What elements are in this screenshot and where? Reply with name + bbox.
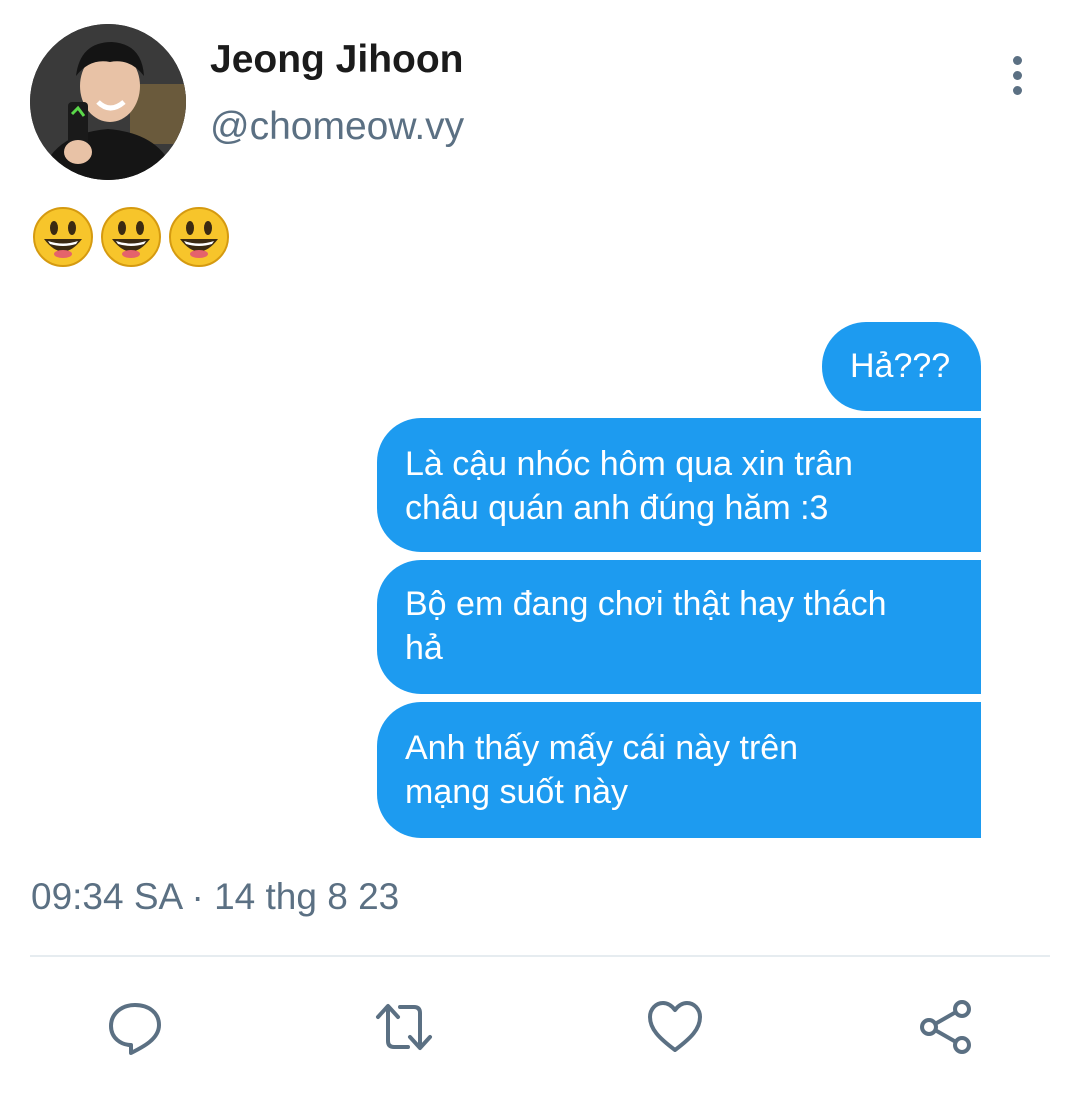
tweet-timestamp[interactable]: 09:34 SA · 14 thg 8 23 — [31, 876, 399, 918]
author-handle[interactable]: @chomeow.vy — [210, 105, 464, 149]
more-dot — [1012, 85, 1022, 95]
reply-button[interactable] — [103, 995, 167, 1059]
more-dot — [1012, 70, 1022, 80]
reply-icon — [109, 1003, 161, 1055]
chat-bubble: Là cậu nhóc hôm qua xin trân châu quán a… — [377, 418, 981, 552]
share-icon — [920, 1000, 971, 1054]
chat-bubble-line: mạng suốt này — [405, 773, 629, 811]
tweet-text — [32, 206, 230, 268]
attached-chat-image: Hả??? Là cậu nhóc hôm qua xin trân châu … — [0, 0, 1079, 1102]
chat-bubble-line: Bộ em đang chơi thật hay thách — [405, 585, 887, 623]
chat-bubble-line: hả — [405, 629, 443, 667]
like-icon — [648, 1001, 702, 1052]
author-name[interactable]: Jeong Jihoon — [210, 38, 464, 82]
more-dot — [1012, 55, 1022, 65]
divider — [30, 955, 1050, 957]
chat-bubble: Anh thấy mấy cái này trên mạng suốt này — [377, 702, 981, 838]
like-button[interactable] — [643, 995, 707, 1059]
retweet-button[interactable] — [372, 995, 436, 1059]
smiley-emoji-icon — [101, 207, 161, 267]
avatar[interactable] — [30, 24, 186, 180]
chat-bubble: Bộ em đang chơi thật hay thách hả — [377, 560, 981, 694]
smiley-emoji-icon — [169, 207, 229, 267]
smiley-emoji-icon — [33, 207, 93, 267]
share-button[interactable] — [914, 995, 978, 1059]
chat-bubble-line: Là cậu nhóc hôm qua xin trân — [405, 445, 853, 483]
chat-bubble-line: Hả??? — [850, 347, 951, 385]
chat-bubble-line: Anh thấy mấy cái này trên — [405, 729, 799, 767]
chat-bubble-line: châu quán anh đúng hăm :3 — [405, 489, 829, 527]
more-options-button[interactable] — [996, 50, 1038, 100]
retweet-icon — [376, 1004, 432, 1050]
chat-bubble: Hả??? — [822, 322, 981, 411]
